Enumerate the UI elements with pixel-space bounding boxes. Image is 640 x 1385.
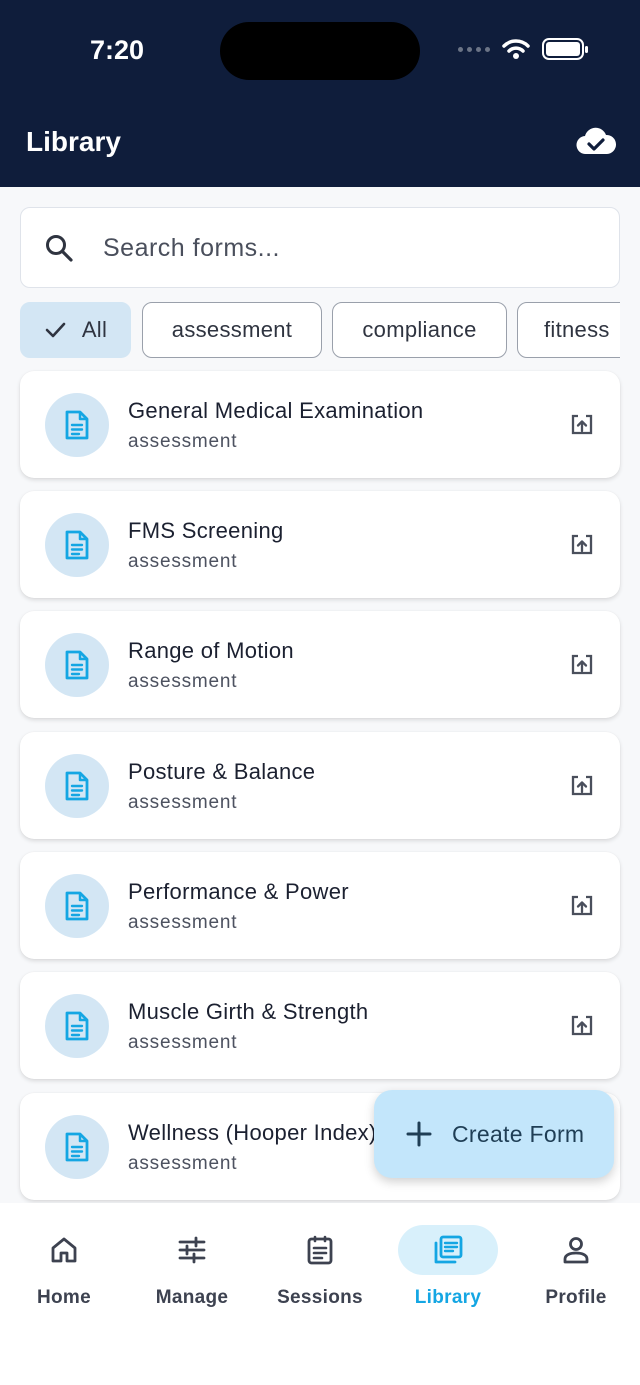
form-title: Muscle Girth & Strength	[128, 999, 369, 1024]
filter-chip-label: All	[81, 317, 108, 342]
search-icon	[46, 235, 73, 262]
battery-icon	[542, 38, 588, 60]
status-icons	[458, 38, 588, 60]
filter-chip-label: assessment	[171, 317, 293, 342]
library-icon	[434, 1235, 463, 1264]
document-icon-badge	[45, 513, 109, 577]
open-form-icon[interactable]	[570, 413, 594, 437]
open-form-icon[interactable]	[570, 653, 594, 677]
document-icon	[65, 530, 89, 560]
nav-label: Profile	[545, 1287, 607, 1308]
filter-chip-all[interactable]: All	[20, 302, 131, 358]
form-card[interactable]: Performance & Power assessment	[20, 852, 620, 959]
filter-chip-fitness[interactable]: fitness	[517, 302, 620, 358]
filter-chips: All assessment compliance fitness	[20, 302, 620, 358]
person-icon	[563, 1237, 589, 1264]
document-icon-badge	[45, 393, 109, 457]
check-icon	[45, 322, 66, 338]
form-card[interactable]: Posture & Balance assessment	[20, 732, 620, 839]
home-icon	[51, 1237, 77, 1263]
create-form-button[interactable]: Create Form	[374, 1090, 614, 1178]
open-form-icon[interactable]	[570, 533, 594, 557]
form-category: assessment	[128, 431, 238, 452]
filter-chip-label: compliance	[362, 317, 477, 342]
nav-label: Sessions	[277, 1287, 363, 1308]
cloud-synced-icon[interactable]	[576, 126, 616, 158]
nav-item-library[interactable]: Library	[384, 1225, 512, 1315]
plus-icon	[406, 1121, 432, 1147]
open-form-icon[interactable]	[570, 894, 594, 918]
document-icon	[65, 1132, 89, 1162]
document-icon-badge	[45, 1115, 109, 1179]
form-card[interactable]: General Medical Examination assessment	[20, 371, 620, 478]
filter-chip-label: fitness	[544, 317, 610, 342]
wifi-icon	[502, 39, 530, 59]
form-title: General Medical Examination	[128, 398, 424, 423]
form-title: Range of Motion	[128, 638, 294, 663]
form-category: assessment	[128, 1032, 238, 1053]
bottom-navigation: Home Manage Sessions Library Profile	[0, 1203, 640, 1385]
filter-chip-assessment[interactable]: assessment	[142, 302, 322, 358]
form-category: assessment	[128, 792, 238, 813]
form-category: assessment	[128, 671, 238, 692]
form-card[interactable]: Muscle Girth & Strength assessment	[20, 972, 620, 1079]
search-input[interactable]	[103, 228, 603, 268]
top-app-bar: 7:20 Library	[0, 0, 640, 187]
nav-item-home[interactable]: Home	[0, 1225, 128, 1315]
form-title: Posture & Balance	[128, 759, 316, 784]
document-icon-badge	[45, 754, 109, 818]
form-category: assessment	[128, 1153, 238, 1174]
dynamic-island	[220, 22, 420, 80]
nav-item-profile[interactable]: Profile	[512, 1225, 640, 1315]
document-icon	[65, 771, 89, 801]
open-form-icon[interactable]	[570, 1014, 594, 1038]
form-title: Wellness (Hooper Index)	[128, 1120, 377, 1145]
sliders-icon	[178, 1236, 206, 1264]
document-icon-badge	[45, 994, 109, 1058]
status-time: 7:20	[90, 35, 145, 65]
nav-label: Home	[37, 1287, 91, 1308]
form-title: Performance & Power	[128, 879, 349, 904]
document-icon-badge	[45, 633, 109, 697]
document-icon	[65, 410, 89, 440]
document-icon-badge	[45, 874, 109, 938]
form-category: assessment	[128, 912, 238, 933]
filter-chip-compliance[interactable]: compliance	[332, 302, 507, 358]
document-icon	[65, 650, 89, 680]
cellular-signal-icon	[458, 46, 490, 52]
nav-item-manage[interactable]: Manage	[128, 1225, 256, 1315]
document-icon	[65, 891, 89, 921]
form-card[interactable]: FMS Screening assessment	[20, 491, 620, 598]
nav-label: Library	[414, 1287, 482, 1308]
form-card[interactable]: Range of Motion assessment	[20, 611, 620, 718]
create-form-label: Create Form	[452, 1120, 585, 1147]
page-title: Library	[26, 126, 121, 157]
form-title: FMS Screening	[128, 518, 284, 543]
document-icon	[65, 1011, 89, 1041]
clipboard-icon	[307, 1235, 333, 1265]
nav-label: Manage	[155, 1287, 229, 1308]
nav-item-sessions[interactable]: Sessions	[256, 1225, 384, 1315]
form-category: assessment	[128, 551, 238, 572]
open-form-icon[interactable]	[570, 774, 594, 798]
search-bar[interactable]	[20, 207, 620, 288]
